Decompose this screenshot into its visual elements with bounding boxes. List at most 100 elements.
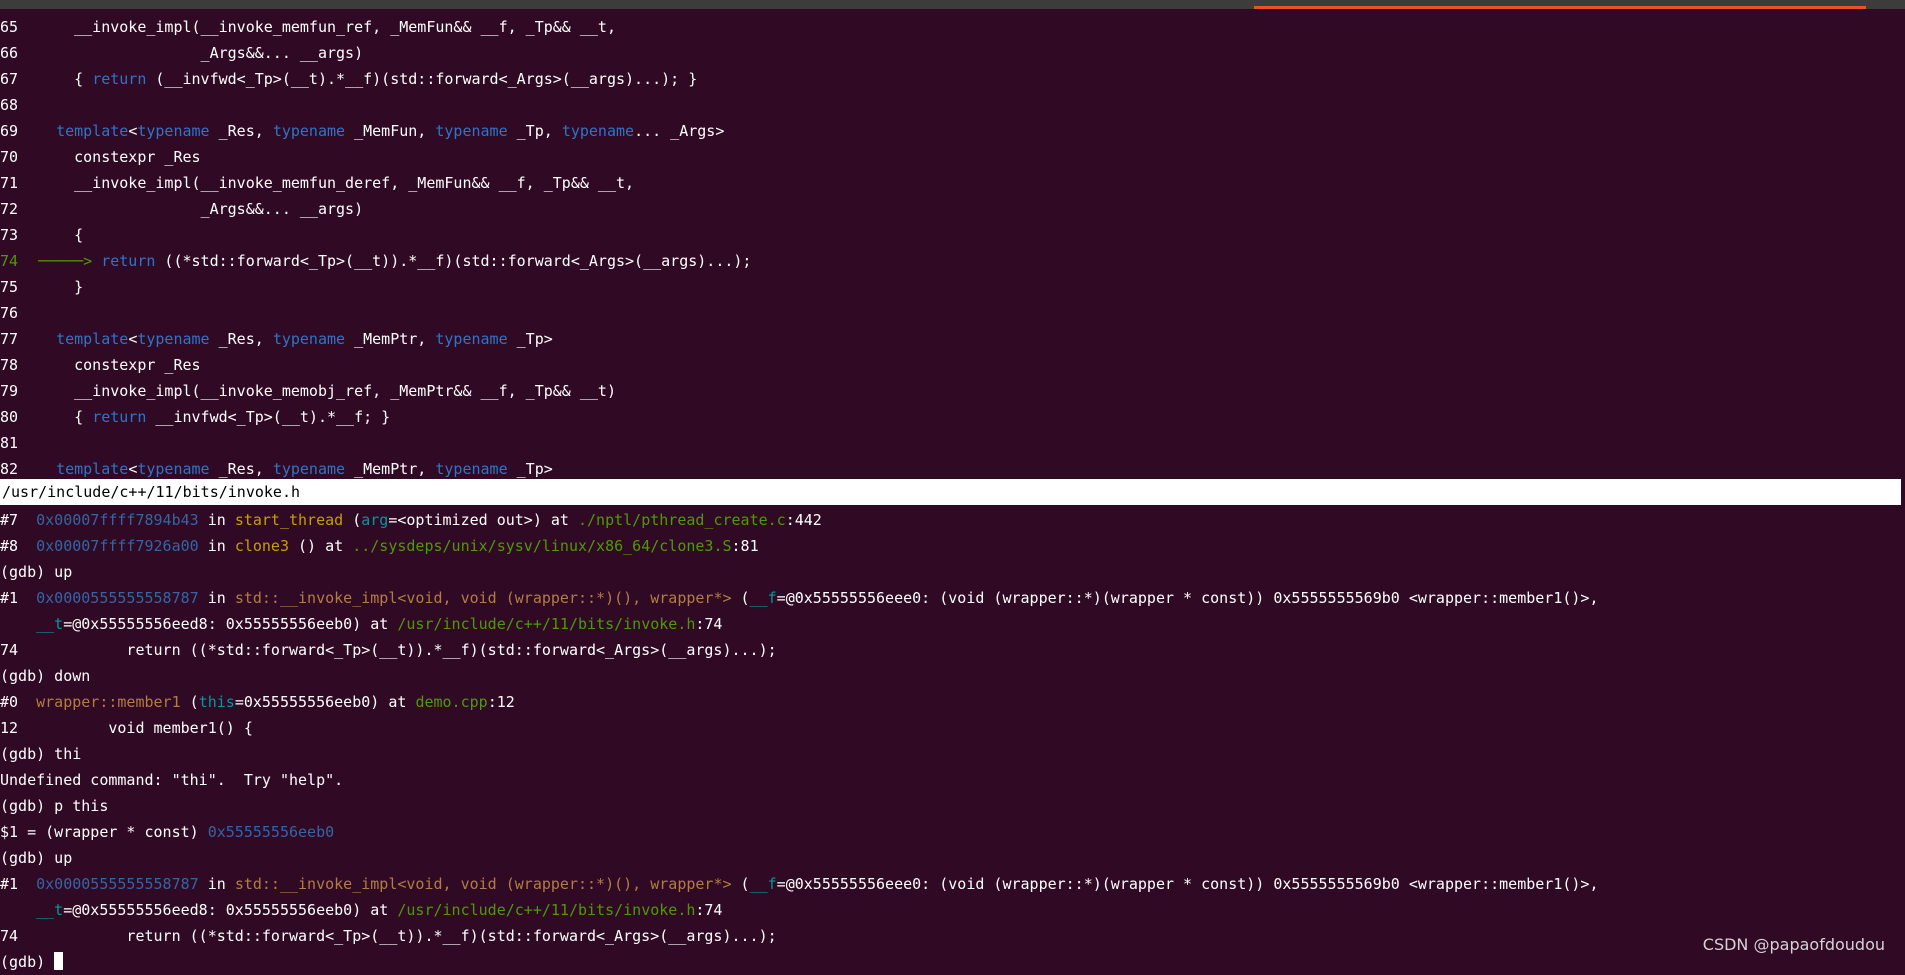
gdb-output-line: 12 void member1() {	[0, 715, 1905, 741]
source-line: 71 __invoke_impl(__invoke_memfun_deref, …	[0, 170, 1905, 196]
token-brown: wrapper::member1	[36, 693, 181, 711]
line-number: 66	[0, 44, 19, 62]
token-text: =@0x55555556eee0: (void (wrapper::*)(wra…	[776, 589, 1599, 607]
token-text: (	[343, 511, 362, 529]
token-text: (__invfwd<_Tp>(__t).*__f)(std::forward<_…	[146, 70, 698, 88]
token-text: 74 return ((*std::forward<_Tp>(__t)).*__…	[0, 927, 777, 945]
token-text: ((*std::forward<_Tp>(__t)).*__f)(std::fo…	[155, 252, 752, 270]
token-text: _MemFun,	[345, 122, 436, 140]
token-kw: typename	[272, 460, 346, 478]
source-line: 79 __invoke_impl(__invoke_memobj_ref, _M…	[0, 378, 1905, 404]
window-top-bar	[0, 0, 1905, 9]
text-cursor	[54, 952, 64, 970]
token-text: (	[180, 693, 199, 711]
token-arrow: ─────>	[38, 252, 102, 270]
token-addr: 0x00007ffff7894b43	[36, 511, 199, 529]
source-code: {	[38, 226, 83, 244]
gdb-output-line: __t=@0x55555556eed8: 0x55555556eeb0) at …	[0, 611, 1905, 637]
source-code: _Args&&... __args)	[38, 200, 364, 218]
token-kw: typename	[435, 460, 508, 478]
token-text: _Res,	[209, 330, 273, 348]
token-kw: return	[92, 70, 147, 88]
gdb-output-line: #8 0x00007ffff7926a00 in clone3 () at ..…	[0, 533, 1905, 559]
line-number: 65	[0, 18, 19, 36]
token-kw: typename	[435, 122, 508, 140]
token-text: 12 void member1() {	[0, 719, 253, 737]
token-text: $1 = (wrapper * const)	[0, 823, 208, 841]
line-number: 70	[0, 148, 19, 166]
token-var: this	[198, 693, 235, 711]
token-text: constexpr _Res	[38, 148, 201, 166]
token-brown: std::__invoke_impl<void, void (wrapper::…	[234, 875, 732, 893]
token-text: :74	[695, 901, 723, 919]
token-text: =0x55555556eeb0) at	[234, 693, 416, 711]
token-text: =@0x55555556eed8: 0x55555556eeb0) at	[63, 901, 398, 919]
token-text: Undefined command: "thi". Try "help".	[0, 771, 344, 789]
gdb-console[interactable]: #7 0x00007ffff7894b43 in start_thread (a…	[0, 507, 1905, 975]
token-text: (	[731, 875, 750, 893]
token-text: <	[128, 460, 138, 478]
token-text: :81	[731, 537, 759, 555]
watermark: CSDN @papaofdoudou	[1702, 935, 1885, 954]
token-var: __f	[749, 589, 777, 607]
source-line: 75 }	[0, 274, 1905, 300]
gdb-output-line: #1 0x0000555555558787 in std::__invoke_i…	[0, 871, 1905, 897]
token-kw: typename	[137, 330, 210, 348]
line-number: 77	[0, 330, 19, 348]
source-line-current: 74 ─────> return ((*std::forward<_Tp>(__t…	[0, 248, 1905, 274]
line-number: 80	[0, 408, 19, 426]
token-text: _MemPtr,	[345, 330, 436, 348]
gdb-prompt-line[interactable]: (gdb)	[0, 949, 1905, 975]
token-text: #0	[0, 693, 37, 711]
source-code: template<typename _Res, typename _MemFun…	[38, 122, 724, 140]
token-text: __invoke_impl(__invoke_memfun_ref, _MemF…	[38, 18, 616, 36]
line-number: 67	[0, 70, 19, 88]
token-func: clone3	[234, 537, 289, 555]
gdb-output-line: #0 wrapper::member1 (this=0x55555556eeb0…	[0, 689, 1905, 715]
line-number: 78	[0, 356, 19, 374]
token-text: (gdb) up	[0, 563, 73, 581]
token-text: {	[38, 70, 93, 88]
token-text: in	[198, 537, 235, 555]
source-code: template<typename _Res, typename _MemPtr…	[38, 460, 553, 478]
token-text: (	[731, 589, 750, 607]
token-text: __invoke_impl(__invoke_memobj_ref, _MemP…	[38, 382, 616, 400]
source-line: 81	[0, 430, 1905, 456]
source-line: 72 _Args&&... __args)	[0, 196, 1905, 222]
token-text: _Args&&... __args)	[38, 44, 364, 62]
source-line: 76	[0, 300, 1905, 326]
token-addr: 0x0000555555558787	[36, 875, 199, 893]
token-path: demo.cpp	[415, 693, 488, 711]
source-code: __invoke_impl(__invoke_memobj_ref, _MemP…	[38, 382, 616, 400]
token-addr: 0x55555556eeb0	[207, 823, 335, 841]
token-text: <	[128, 122, 138, 140]
gdb-output-line: (gdb) up	[0, 845, 1905, 871]
source-view-panel[interactable]: 65 __invoke_impl(__invoke_memfun_ref, _M…	[0, 14, 1905, 482]
token-text: in	[198, 589, 235, 607]
token-text: :442	[785, 511, 822, 529]
source-file-path-bar: /usr/include/c++/11/bits/invoke.h	[0, 479, 1901, 505]
token-text: <	[128, 330, 138, 348]
source-code: _Args&&... __args)	[38, 44, 364, 62]
line-number: 69	[0, 122, 19, 140]
token-path: /usr/include/c++/11/bits/invoke.h	[397, 901, 696, 919]
gdb-output-line: (gdb) p this	[0, 793, 1905, 819]
token-path: /usr/include/c++/11/bits/invoke.h	[397, 615, 696, 633]
line-number: 79	[0, 382, 19, 400]
token-text: __invfwd<_Tp>(__t).*__f; }	[146, 408, 391, 426]
token-kw: template	[56, 122, 129, 140]
token-text: () at	[289, 537, 353, 555]
token-text: _Res,	[209, 122, 273, 140]
token-var: arg	[361, 511, 389, 529]
token-addr: 0x0000555555558787	[36, 589, 199, 607]
source-line: 66 _Args&&... __args)	[0, 40, 1905, 66]
token-text: #7	[0, 511, 37, 529]
gdb-output-line: #1 0x0000555555558787 in std::__invoke_i…	[0, 585, 1905, 611]
gdb-output-line: __t=@0x55555556eed8: 0x55555556eeb0) at …	[0, 897, 1905, 923]
gdb-output-line: (gdb) down	[0, 663, 1905, 689]
token-text: ... _Args>	[634, 122, 725, 140]
source-line: 77 template<typename _Res, typename _Mem…	[0, 326, 1905, 352]
source-code: __invoke_impl(__invoke_memfun_ref, _MemF…	[38, 18, 616, 36]
